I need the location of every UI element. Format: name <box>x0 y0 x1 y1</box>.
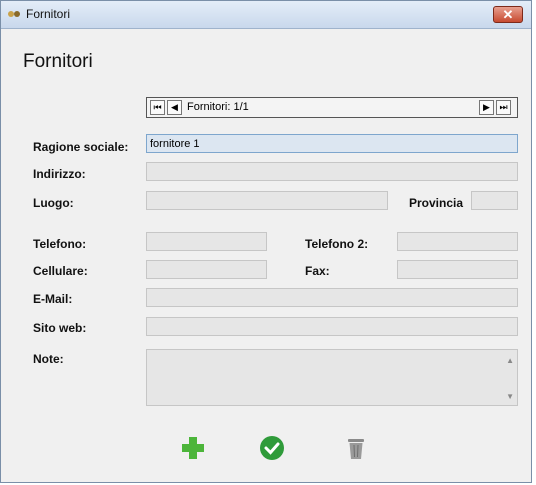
note-label: Note: <box>33 352 64 366</box>
record-position: Fornitori: 1/1 <box>187 101 249 113</box>
record-navigator: ⏮ ◀ Fornitori: 1/1 ▶ ⏭ <box>146 97 518 118</box>
provincia-label: Provincia <box>409 196 464 210</box>
ragione-sociale-label: Ragione sociale: <box>33 140 129 154</box>
indirizzo-label: Indirizzo: <box>33 167 86 181</box>
cellulare-field[interactable] <box>146 260 267 279</box>
telefono2-label: Telefono 2: <box>305 237 369 251</box>
scroll-up-icon[interactable]: ▲ <box>506 356 514 365</box>
last-record-icon: ⏭ <box>499 102 508 112</box>
previous-record-icon: ◀ <box>171 102 178 112</box>
email-field[interactable] <box>146 288 518 307</box>
indirizzo-field[interactable] <box>146 162 518 181</box>
sito-web-field[interactable] <box>146 317 518 336</box>
close-button[interactable]: ✕ <box>493 6 523 23</box>
first-record-button[interactable]: ⏮ <box>150 100 165 115</box>
telefono-label: Telefono: <box>33 237 87 251</box>
delete-button[interactable] <box>343 435 369 461</box>
app-icon <box>8 11 20 17</box>
close-icon: ✕ <box>502 7 514 22</box>
next-record-icon: ▶ <box>483 102 490 112</box>
fax-field[interactable] <box>397 260 518 279</box>
telefono2-field[interactable] <box>397 232 518 251</box>
provincia-field[interactable] <box>471 191 518 210</box>
plus-icon <box>182 437 204 459</box>
title-bar: Fornitori ✕ <box>1 1 531 29</box>
fornitori-window: Fornitori ✕ Fornitori ⏮ ◀ Fornitori: 1/1… <box>0 0 532 483</box>
scroll-down-icon[interactable]: ▼ <box>506 392 514 401</box>
luogo-label: Luogo: <box>33 196 74 210</box>
check-icon <box>260 436 284 460</box>
page-title: Fornitori <box>23 51 93 72</box>
window-title: Fornitori <box>26 7 71 21</box>
sito-web-label: Sito web: <box>33 321 87 335</box>
trash-icon <box>348 439 364 459</box>
ragione-sociale-field[interactable]: fornitore 1 <box>146 134 518 153</box>
next-record-button[interactable]: ▶ <box>479 100 494 115</box>
fax-label: Fax: <box>305 264 330 278</box>
previous-record-button[interactable]: ◀ <box>167 100 182 115</box>
add-button[interactable] <box>180 435 206 461</box>
telefono-field[interactable] <box>146 232 267 251</box>
cellulare-label: Cellulare: <box>33 264 88 278</box>
save-button[interactable] <box>259 435 285 461</box>
note-textarea[interactable]: ▲ ▼ <box>146 349 518 406</box>
luogo-field[interactable] <box>146 191 388 210</box>
last-record-button[interactable]: ⏭ <box>496 100 511 115</box>
email-label: E-Mail: <box>33 292 73 306</box>
first-record-icon: ⏮ <box>153 102 162 112</box>
